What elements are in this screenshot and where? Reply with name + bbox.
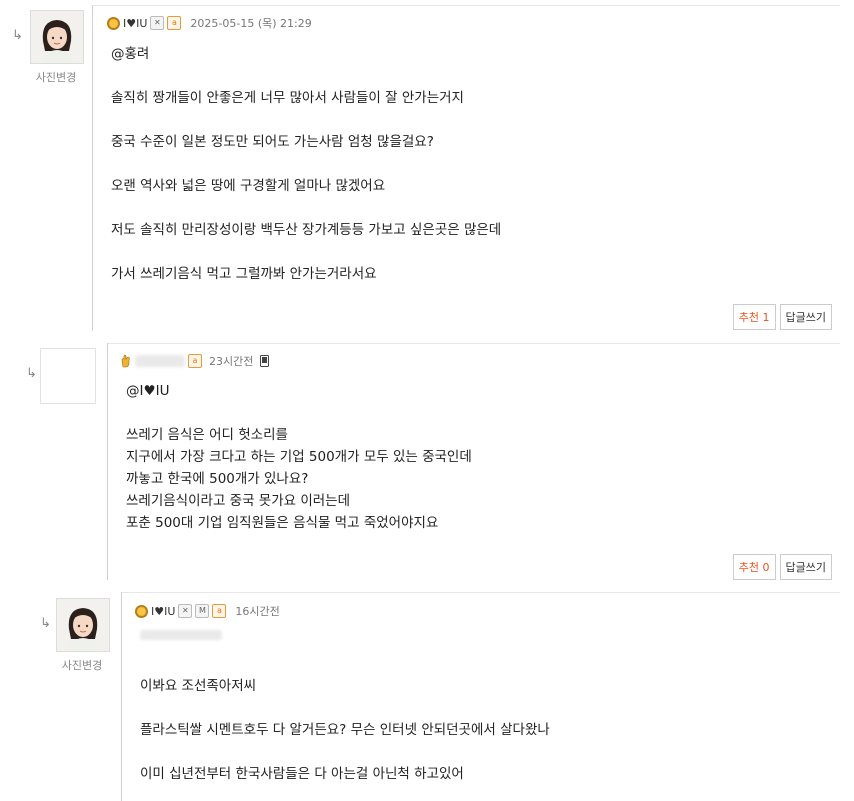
comment-line: 저도 솔직히 만리장성이랑 백두산 장가계등등 가보고 싶은곳은 많은데: [111, 222, 502, 238]
author-nick[interactable]: I♥IU: [123, 17, 147, 30]
comment-date: 23시간전: [209, 355, 254, 368]
divider: [93, 5, 840, 6]
a-badge-icon: a: [188, 354, 202, 368]
change-photo-link[interactable]: 사진변경: [52, 657, 112, 673]
divider: [108, 343, 840, 344]
comment-line: 솔직히 짱개들이 안좋은게 너무 많아서 사람들이 잘 안가는거지: [111, 90, 464, 106]
comment-line: 지구에서 가장 크다고 하는 기업 500개가 모두 있는 중국인데: [126, 449, 472, 465]
a-badge-icon: a: [167, 16, 182, 30]
reply-button[interactable]: 답글쓰기: [779, 304, 832, 330]
reply-arrow-icon: ↳: [12, 28, 23, 43]
hand-icon: [121, 354, 130, 368]
avatar[interactable]: [56, 598, 110, 652]
comment-line: 가서 쓰레기음식 먹고 그럴까봐 안가는거라서요: [111, 266, 377, 282]
girl-avatar-icon: [31, 11, 83, 63]
comment-line: 오랜 역사와 넓은 땅에 구경할게 얼마나 많겠어요: [111, 178, 386, 194]
reply-arrow-icon: ↳: [26, 366, 37, 381]
comment-line: 중국 수준이 일본 정도만 되어도 가는사람 엄청 많을걸요?: [111, 134, 434, 150]
comment-line: 쓰레기 음식은 어디 헛소리를: [126, 427, 288, 443]
divider: [122, 592, 840, 593]
comment-date: 2025-05-15 (목) 21:29: [190, 17, 312, 30]
comment-line: 쓰레기음식이라고 중국 못가요 이러는데: [126, 493, 351, 509]
comment-body: I♥IU ✕ M a 16시간전 이봐요 조선족아저씨 플라스틱쌀 시멘트호두 …: [121, 592, 840, 801]
comment-line: 이봐요 조선족아저씨: [140, 678, 257, 694]
avatar[interactable]: [40, 348, 96, 404]
author-nick[interactable]: I♥IU: [151, 605, 175, 618]
comment-body: a 23시간전 @I♥IU 쓰레기 음식은 어디 헛소리를 지구에서 가장 크다…: [107, 343, 840, 580]
comment-line: 포춘 500대 기업 임직원들은 음식물 먹고 죽었어야지요: [126, 515, 439, 531]
x-badge-icon: ✕: [178, 604, 193, 618]
comment-body: I♥IU ✕ a 2025-05-15 (목) 21:29 @홍려 솔직히 짱개…: [92, 5, 840, 331]
blurred-nick: [135, 355, 185, 367]
avatar[interactable]: [30, 10, 84, 64]
comment-date: 16시간전: [235, 605, 280, 618]
reply-arrow-icon: ↳: [40, 616, 51, 631]
reply-button[interactable]: 답글쓰기: [779, 554, 832, 580]
x-badge-icon: ✕: [150, 16, 165, 30]
recommend-button[interactable]: 추천 0: [732, 554, 776, 580]
a-badge-icon: a: [212, 604, 227, 618]
mention[interactable]: @I♥IU: [126, 380, 826, 402]
medal-icon: [135, 604, 148, 618]
comment-line: 플라스틱쌀 시멘트호두 다 알거든요? 무슨 인터넷 안되던곳에서 살다왔나: [140, 722, 550, 738]
phone-icon: [260, 355, 270, 367]
mention[interactable]: @홍려: [111, 43, 811, 65]
girl-avatar-icon: [57, 599, 109, 651]
comment-line: 까놓고 한국에 500개가 있나요?: [126, 471, 309, 487]
m-badge-icon: M: [195, 604, 210, 618]
change-photo-link[interactable]: 사진변경: [26, 69, 86, 85]
medal-icon: [107, 16, 120, 30]
recommend-button[interactable]: 추천 1: [732, 304, 776, 330]
comment-line: 이미 십년전부터 한국사람들은 다 아는걸 아닌척 하고있어: [140, 766, 464, 782]
blurred-mention: [140, 630, 222, 640]
